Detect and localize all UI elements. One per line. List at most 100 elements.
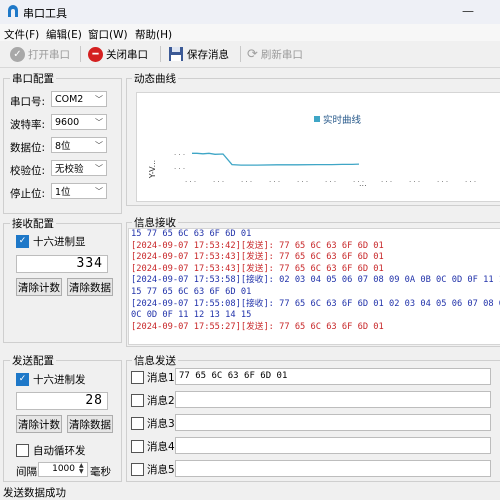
- menu-edit[interactable]: 编辑(E): [46, 27, 82, 42]
- message-5-input[interactable]: [175, 460, 491, 477]
- title-bar: [0, 0, 500, 24]
- chart-x-tick-label: · · ·: [409, 178, 420, 186]
- message-5-checkbox[interactable]: [131, 463, 144, 476]
- auto-loop-label: 自动循环发: [33, 445, 86, 457]
- baud-select[interactable]: 9600 ﹀: [51, 114, 107, 130]
- receive-log-line: [2024-09-07 17:53:58][接收]: 02 03 04 05 0…: [131, 275, 500, 286]
- toolbar-divider: [240, 46, 241, 62]
- parity-label: 校验位:: [10, 165, 46, 177]
- receive-log-line: [2024-09-07 17:55:27][发送]: 77 65 6C 63 6…: [131, 321, 384, 332]
- curve-title: 动态曲线: [132, 71, 178, 86]
- message-1-input[interactable]: 77 65 6C 63 6F 6D 01: [175, 368, 491, 385]
- receive-hex-label: 十六进制显: [33, 236, 86, 248]
- message-4-input[interactable]: [175, 437, 491, 454]
- chart-x-axis-label: ...: [359, 179, 367, 188]
- chart-x-tick-label: · · ·: [241, 178, 252, 186]
- message-3-label: 消息3: [147, 418, 175, 430]
- menu-help[interactable]: 帮助(H): [135, 27, 172, 42]
- send-clear-data-button[interactable]: 清除数据: [67, 415, 113, 433]
- save-messages-label: 保存消息: [187, 48, 229, 61]
- receive-clear-count-button[interactable]: 清除计数: [16, 278, 62, 296]
- send-title: 信息发送: [132, 353, 178, 368]
- receive-log-line: 15 77 65 6C 63 6F 6D 01: [131, 286, 252, 297]
- data-bits-label: 数据位:: [10, 142, 46, 154]
- curve-svg: 实时曲线Y-V...· · ·· · ·· · · · · · · · · · · ·…: [148, 114, 476, 188]
- data-bits-value: 8位: [55, 141, 71, 152]
- send-config-title: 发送配置: [10, 353, 56, 368]
- send-hex-checkbox[interactable]: ✓: [16, 373, 29, 386]
- send-hex-label: 十六进制发: [33, 374, 86, 386]
- save-messages-button[interactable]: 保存消息: [168, 45, 229, 63]
- chart-x-tick-label: · · ·: [465, 178, 476, 186]
- receive-log-line: [2024-09-07 17:53:43][发送]: 77 65 6C 63 6…: [131, 263, 384, 274]
- data-bits-select[interactable]: 8位 ﹀: [51, 137, 107, 153]
- menu-file[interactable]: 文件(F): [4, 27, 39, 42]
- receive-config-title: 接收配置: [10, 216, 56, 231]
- receive-clear-data-button[interactable]: 清除数据: [67, 278, 113, 296]
- chevron-down-icon: ﹀: [95, 186, 103, 196]
- minimize-button[interactable]: —: [462, 4, 474, 18]
- chart-x-tick-label: · · ·: [297, 178, 308, 186]
- window-title: 串口工具: [23, 7, 67, 20]
- baud-value: 9600: [55, 116, 80, 128]
- chevron-down-icon: ﹀: [95, 140, 103, 150]
- chart-x-tick-label: · · ·: [381, 178, 392, 186]
- send-clear-count-button[interactable]: 清除计数: [16, 415, 62, 433]
- auto-loop-checkbox[interactable]: [16, 444, 29, 457]
- app-logo-icon: [8, 5, 18, 17]
- receive-log-line: 15 77 65 6C 63 6F 6D 01: [131, 229, 252, 239]
- chart-x-tick-label: · · ·: [325, 178, 336, 186]
- message-3-checkbox[interactable]: [131, 417, 144, 430]
- refresh-ports-label: 刷新串口: [260, 48, 303, 61]
- receive-log-line: [2024-09-07 17:55:08][接收]: 77 65 6C 63 6…: [131, 298, 500, 309]
- chart-series-line: [192, 152, 360, 166]
- close-port-label: 关闭串口: [106, 48, 148, 61]
- status-bar: [0, 482, 500, 500]
- refresh-ports-button[interactable]: ⟳ 刷新串口: [247, 45, 303, 63]
- floppy-disk-icon: [169, 47, 183, 61]
- port-select[interactable]: COM2 ﹀: [51, 91, 107, 107]
- receive-log[interactable]: 15 77 65 6C 63 6F 6D 01 [2024-09-07 17:53…: [128, 228, 500, 345]
- message-1-checkbox[interactable]: [131, 371, 144, 384]
- message-4-checkbox[interactable]: [131, 440, 144, 453]
- serial-config-title: 串口配置: [10, 71, 56, 86]
- close-port-button[interactable]: ━ 关闭串口: [88, 45, 148, 63]
- open-port-label: 打开串口: [28, 48, 70, 61]
- chart-y-tick-label: · · ·: [174, 151, 185, 159]
- message-4-label: 消息4: [147, 441, 175, 453]
- spin-arrows-icon[interactable]: ▲ ▼: [79, 463, 84, 475]
- refresh-icon: ⟳: [247, 46, 258, 62]
- send-count-display: 28: [16, 392, 108, 410]
- status-text: 发送数据成功: [3, 487, 66, 499]
- toolbar-divider: [160, 46, 161, 62]
- stop-bits-select[interactable]: 1位 ﹀: [51, 183, 107, 199]
- open-port-button[interactable]: ✓ 打开串口: [10, 45, 70, 63]
- receive-hex-checkbox[interactable]: ✓: [16, 235, 29, 248]
- receive-log-line: [2024-09-07 17:53:43][发送]: 77 65 6C 63 6…: [131, 252, 384, 263]
- receive-log-line: [2024-09-07 17:53:42][发送]: 77 65 6C 63 6…: [131, 240, 384, 251]
- message-2-input[interactable]: [175, 391, 491, 408]
- message-3-input[interactable]: [175, 414, 491, 431]
- message-2-checkbox[interactable]: [131, 394, 144, 407]
- chart-y-tick-label: · · ·: [174, 165, 185, 173]
- check-icon: ✓: [10, 46, 25, 62]
- chart-x-tick-label: · · ·: [437, 178, 448, 186]
- message-1-label: 消息1: [147, 372, 175, 384]
- chart-x-tick-label: · · ·: [213, 178, 224, 186]
- interval-unit: 毫秒: [90, 466, 111, 478]
- message-2-label: 消息2: [147, 395, 175, 407]
- chevron-down-icon: ﹀: [95, 163, 103, 173]
- chart-x-tick-label: · · ·: [269, 178, 280, 186]
- curve-chart: 实时曲线 Y-V... · · · · · · · · · · · · · · · · · ·…: [136, 92, 500, 202]
- chart-x-tick-label: · · ·: [185, 178, 196, 186]
- menu-window[interactable]: 窗口(W): [88, 27, 128, 42]
- stop-bits-label: 停止位:: [10, 188, 46, 200]
- chart-y-axis-label: Y-V...: [148, 160, 157, 179]
- chevron-down-icon: ﹀: [95, 117, 103, 127]
- stop-icon: ━: [88, 46, 103, 62]
- chart-legend-swatch: [314, 116, 320, 122]
- baud-label: 波特率:: [10, 119, 46, 131]
- chevron-down-icon: ﹀: [95, 94, 103, 104]
- parity-value: 无校验: [55, 164, 84, 175]
- parity-select[interactable]: 无校验 ﹀: [51, 160, 107, 176]
